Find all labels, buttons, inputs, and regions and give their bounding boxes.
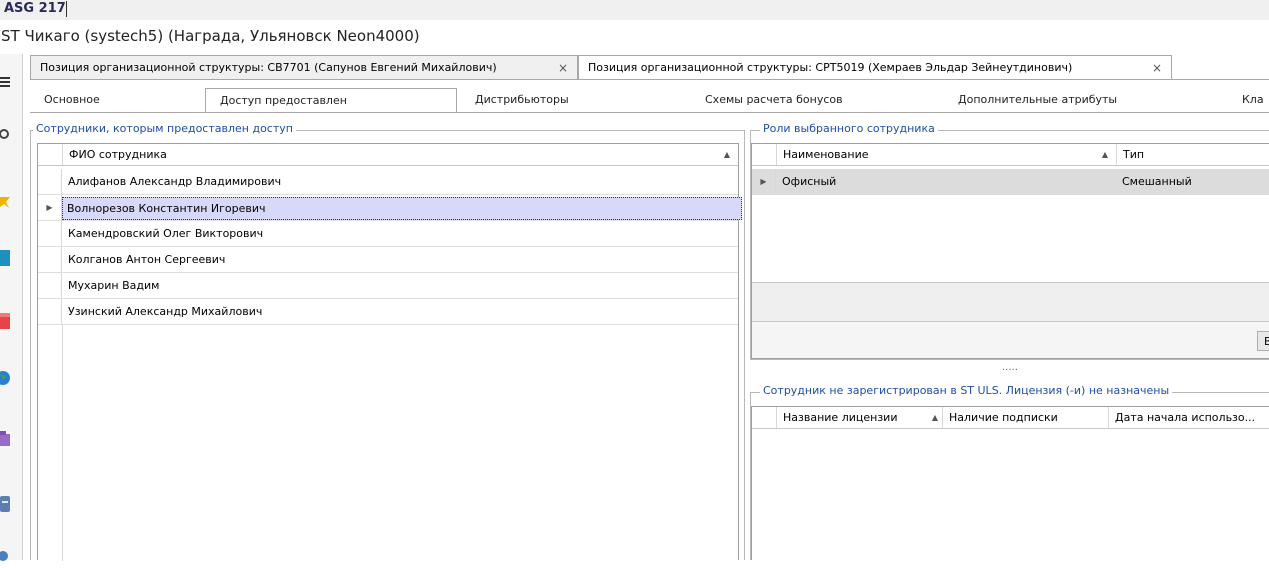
section-tabs: Основное Доступ предоставлен Дистрибьюто… (30, 88, 1269, 112)
globe-icon[interactable] (0, 370, 12, 388)
column-header-label: Название лицензии (783, 411, 898, 424)
row-indicator (38, 299, 62, 324)
employee-name: Волнорезов Константин Игоревич (62, 197, 742, 220)
sort-ascending-icon: ▲ (1101, 150, 1108, 159)
column-header-start-date[interactable]: Дата начала использо... (1108, 407, 1269, 428)
employees-grid: ФИО сотрудника ▲ Алифанов Александр Влад… (37, 143, 742, 561)
row-indicator: ▶ (752, 169, 776, 194)
tab-label: Доступ предоставлен (220, 94, 347, 107)
license-grid: Название лицензии ▲ Наличие подписки Дат… (751, 406, 1269, 560)
employee-name: Мухарин Вадим (68, 279, 160, 292)
roles-toolbar: В (752, 322, 1269, 358)
row-indicator: ▶ (38, 195, 62, 220)
tab-distributors[interactable]: Дистрибьюторы (475, 88, 569, 112)
employee-name: Колганов Антон Сергеевич (68, 253, 226, 266)
roles-grid: Наименование ▲ Тип ▶ Офисный Смешанный В (751, 143, 1269, 359)
document-icon[interactable] (0, 496, 12, 514)
column-header-type[interactable]: Тип (1116, 144, 1269, 165)
grid-header: Название лицензии ▲ Наличие подписки Дат… (752, 407, 1269, 429)
tab-access-granted[interactable]: Доступ предоставлен (205, 88, 457, 112)
divider (30, 79, 1269, 80)
doc-tab-cb7701[interactable]: Позиция организационной структуры: СВ770… (30, 55, 578, 79)
calendar-icon[interactable] (0, 313, 12, 331)
tab-additional-attributes[interactable]: Дополнительные атрибуты (958, 88, 1117, 112)
close-icon[interactable]: × (1152, 56, 1162, 80)
employee-name: Алифанов Александр Владимирович (68, 175, 282, 188)
left-rail (0, 54, 23, 561)
app-code: ASG 217 (4, 1, 66, 16)
table-row-selected[interactable]: ▶ Волнорезов Константин Игоревич (38, 195, 742, 221)
tab-bonus-schemes[interactable]: Схемы расчета бонусов (705, 88, 843, 112)
roles-footer (752, 282, 1269, 322)
tab-main[interactable]: Основное (44, 88, 100, 112)
role-name: Офисный (782, 175, 837, 188)
search-icon[interactable] (0, 128, 12, 146)
grid-header: ФИО сотрудника ▲ (38, 144, 738, 166)
grid-header: Наименование ▲ Тип (752, 144, 1269, 166)
settings-icon[interactable] (0, 550, 12, 568)
menu-icon[interactable] (0, 76, 12, 94)
separator (66, 1, 67, 17)
roles-group-title: Роли выбранного сотрудника (760, 122, 938, 135)
sort-ascending-icon: ▲ (723, 150, 730, 159)
row-indicator (38, 273, 62, 298)
column-header-employee-name[interactable]: ФИО сотрудника ▲ (62, 144, 738, 165)
row-indicator (38, 247, 62, 272)
column-header-label: ФИО сотрудника (69, 148, 167, 161)
divider (30, 112, 1269, 113)
table-row[interactable]: Алифанов Александр Владимирович (38, 169, 738, 195)
close-icon[interactable]: × (558, 56, 568, 80)
row-indicator-column (38, 325, 63, 561)
column-header-role-name[interactable]: Наименование ▲ (776, 144, 1116, 165)
doc-tab-label: Позиция организационной структуры: СРТ50… (588, 61, 1073, 74)
employee-name: Камендровский Олег Викторович (68, 227, 264, 240)
roles-action-button[interactable]: В (1257, 331, 1269, 351)
tab-classification[interactable]: Кла (1242, 88, 1264, 112)
table-row[interactable]: Камендровский Олег Викторович (38, 221, 738, 247)
column-header-subscription[interactable]: Наличие подписки (942, 407, 1108, 428)
app-topbar: ASG 217 (0, 0, 1269, 20)
doc-tab-cpt5019[interactable]: Позиция организационной структуры: СРТ50… (578, 55, 1172, 80)
row-indicator-header (38, 144, 62, 165)
row-indicator-header (752, 144, 776, 165)
table-row-selected[interactable]: ▶ Офисный Смешанный (752, 169, 1269, 195)
row-indicator-header (752, 407, 776, 428)
chart-icon[interactable] (0, 250, 12, 268)
table-row[interactable]: Колганов Антон Сергеевич (38, 247, 738, 273)
column-header-license-name[interactable]: Название лицензии ▲ (776, 407, 942, 428)
table-row[interactable]: Мухарин Вадим (38, 273, 738, 299)
window-title: ST Чикаго (systech5) (Награда, Ульяновск… (1, 27, 420, 45)
row-indicator (38, 169, 62, 194)
column-header-label: Наименование (783, 148, 869, 161)
doc-tab-label: Позиция организационной структуры: СВ770… (40, 61, 497, 74)
briefcase-icon[interactable] (0, 431, 12, 449)
splitter-handle[interactable]: ..... (1002, 362, 1018, 373)
role-type: Смешанный (1122, 175, 1192, 188)
row-indicator (38, 221, 62, 246)
employees-group-title: Сотрудники, которым предоставлен доступ (33, 122, 296, 135)
table-row[interactable]: Узинский Александр Михайлович (38, 299, 738, 325)
sort-ascending-icon: ▲ (931, 413, 938, 422)
star-icon[interactable] (0, 195, 12, 213)
employee-name: Узинский Александр Михайлович (68, 305, 263, 318)
license-group-title: Сотрудник не зарегистрирован в ST ULS. Л… (760, 384, 1173, 397)
